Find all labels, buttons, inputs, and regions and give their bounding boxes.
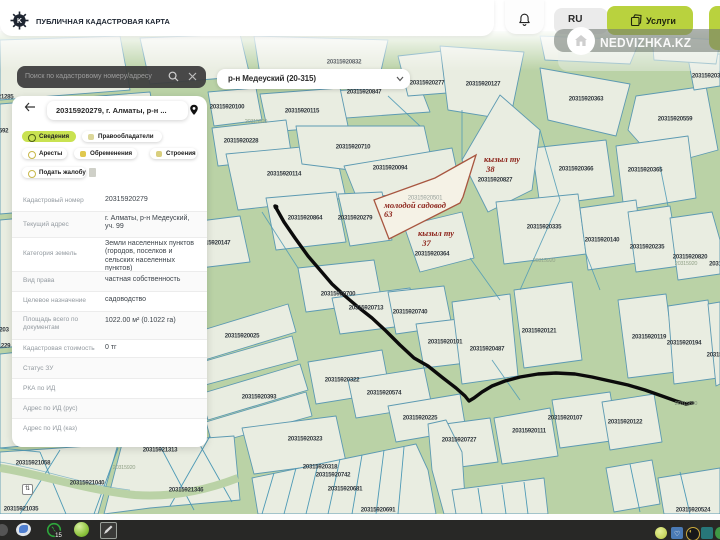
svg-text:K: K	[17, 18, 22, 25]
svg-text:15: 15	[55, 533, 62, 539]
